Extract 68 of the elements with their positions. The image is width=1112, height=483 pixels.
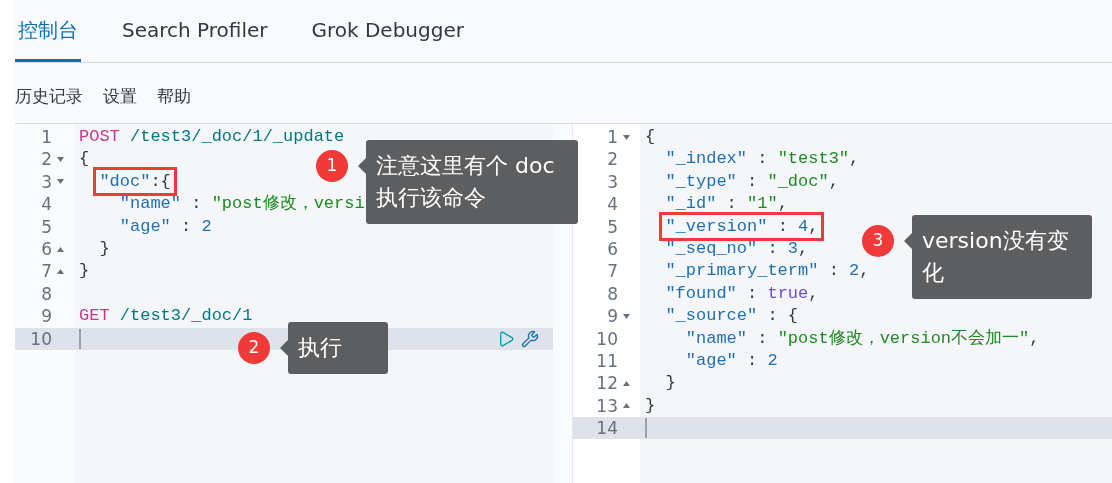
code-line: "_seq_no" : 3, <box>665 237 809 260</box>
line-number: 1 <box>607 126 618 149</box>
callout-note: version没有变化 <box>912 215 1092 299</box>
tab[interactable]: Search Profiler <box>119 0 271 62</box>
code-line: "name" : "post修改，version不会加一", <box>685 327 1040 350</box>
line-number: 7 <box>41 260 52 283</box>
line-number: 1 <box>41 126 52 149</box>
menu-link[interactable]: 历史记录 <box>15 84 83 110</box>
line-number: 10 <box>596 327 618 350</box>
line-number: 4 <box>607 193 618 216</box>
code-line: { <box>645 126 656 148</box>
text-cursor <box>79 328 81 349</box>
line-number: 14 <box>596 417 618 440</box>
code-line: } <box>99 237 110 260</box>
line-number: 4 <box>41 193 52 216</box>
text-cursor <box>645 418 647 439</box>
line-number: 5 <box>41 215 52 238</box>
code-line: "_source" : { <box>665 305 799 328</box>
fold-arrow-icon[interactable] <box>622 403 630 409</box>
code-line: "age" : 2 <box>685 349 778 372</box>
code-line: "age" : 2 <box>119 215 212 238</box>
tab[interactable]: 控制台 <box>15 0 81 62</box>
callout-note: 执行 <box>288 322 388 374</box>
callout-note: 注意这里有个 doc 执行该命令 <box>366 140 578 224</box>
fold-arrow-icon[interactable] <box>56 246 64 252</box>
fold-arrow-icon[interactable] <box>56 269 64 275</box>
code-line: "_version" : 4, <box>665 215 819 238</box>
line-number: 7 <box>607 260 618 283</box>
line-number: 8 <box>41 282 52 306</box>
pointer-arrow-icon <box>902 233 912 249</box>
line-number: 8 <box>607 282 618 306</box>
code-line: } <box>645 394 656 417</box>
fold-arrow-icon[interactable] <box>622 134 630 140</box>
line-number: 6 <box>607 237 618 261</box>
line-number: 10 <box>30 327 52 350</box>
menu-link[interactable]: 设置 <box>103 84 137 110</box>
tab[interactable]: Grok Debugger <box>308 0 467 62</box>
code-line: "_primary_term" : 2, <box>665 260 870 283</box>
code-line: "_type" : "_doc", <box>665 170 839 193</box>
fold-arrow-icon[interactable] <box>622 313 630 319</box>
code-line: "_index" : "test3", <box>665 148 860 171</box>
code-line: POST /test3/_doc/1/_update <box>79 126 345 148</box>
line-number: 13 <box>596 394 618 418</box>
line-number: 2 <box>41 148 52 171</box>
line-number: 5 <box>607 215 618 238</box>
menu-link[interactable]: 帮助 <box>157 84 191 110</box>
line-number: 3 <box>41 170 52 194</box>
fold-arrow-icon[interactable] <box>56 179 64 185</box>
line-number: 2 <box>607 148 618 171</box>
line-number: 9 <box>41 305 52 328</box>
code-line: } <box>79 260 90 283</box>
line-number: 9 <box>607 305 618 328</box>
line-number: 12 <box>596 372 618 395</box>
code-line: "name" : "post修改，versi <box>119 193 365 216</box>
code-line: { <box>79 148 90 171</box>
fold-arrow-icon[interactable] <box>622 381 630 386</box>
pointer-arrow-icon <box>356 158 366 174</box>
line-number: 6 <box>41 237 52 261</box>
code-line: "_id" : "1", <box>665 193 788 216</box>
line-number: 11 <box>596 349 618 373</box>
line-number: 3 <box>607 170 618 194</box>
pointer-arrow-icon <box>278 340 288 356</box>
wrench-icon[interactable] <box>521 329 539 348</box>
code-line: } <box>665 372 676 395</box>
fold-arrow-icon[interactable] <box>56 157 64 163</box>
code-line: "doc":{ <box>99 170 171 193</box>
code-line: GET /test3/_doc/1 <box>79 305 253 328</box>
code-line: "found" : true, <box>665 282 819 305</box>
